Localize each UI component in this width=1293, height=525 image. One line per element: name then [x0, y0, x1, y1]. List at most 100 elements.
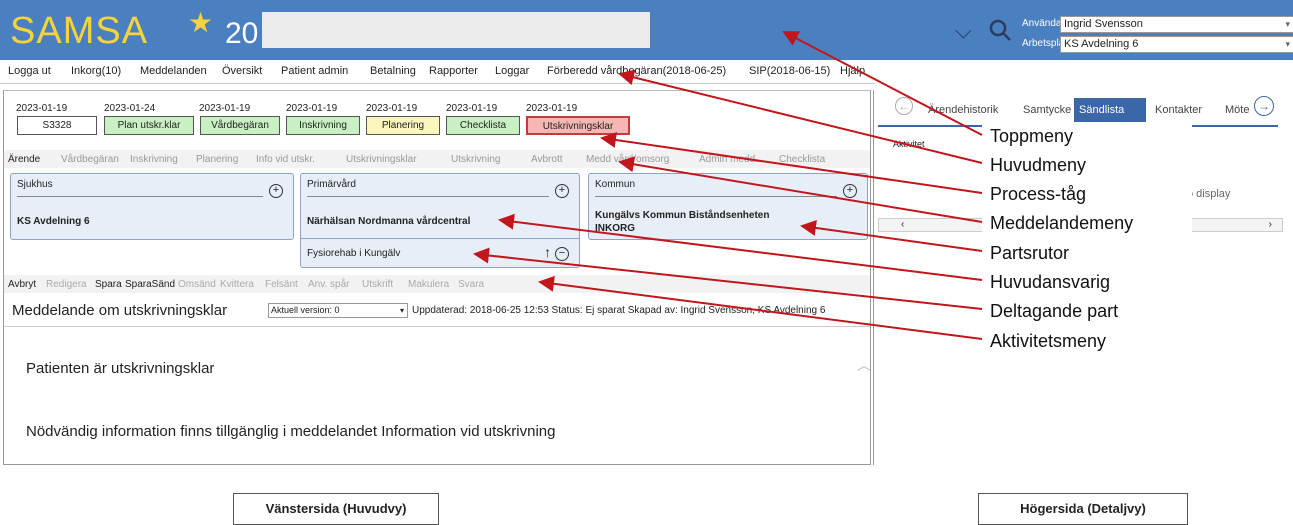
msgmenu-inskrivning[interactable]: Inskrivning: [130, 154, 178, 165]
process-step-plan-utskr-klar[interactable]: Plan utskr.klar: [104, 116, 194, 135]
msgmenu-admin-medd[interactable]: Admin medd.: [699, 154, 758, 165]
empty-grid-text: o display: [1187, 188, 1231, 200]
add-party-icon[interactable]: +: [843, 184, 857, 198]
remove-party-icon[interactable]: −: [555, 247, 569, 261]
menu-loggar[interactable]: Loggar: [495, 65, 529, 77]
msgmenu-checklista[interactable]: Checklista: [779, 154, 825, 165]
process-step-planering[interactable]: Planering: [366, 116, 440, 135]
tab-mote[interactable]: Möte: [1225, 104, 1249, 116]
user-select[interactable]: Ingrid Svensson ▾: [1060, 16, 1293, 33]
menu-betalning[interactable]: Betalning: [370, 65, 416, 77]
callout-huvudmeny: Huvudmeny: [990, 155, 1087, 175]
action-omsand[interactable]: Omsänd: [178, 279, 216, 290]
scroll-left-icon[interactable]: ‹: [901, 219, 904, 230]
divider: [595, 196, 837, 197]
menu-patient-admin[interactable]: Patient admin: [281, 65, 348, 77]
action-makulera[interactable]: Makulera: [408, 279, 449, 290]
tab-sandlista[interactable]: Sändlista: [1079, 104, 1124, 116]
menu-forberedd-vardbegaran[interactable]: Förberedd vårdbegäran(2018-06-25): [547, 65, 726, 77]
process-date: 2023-01-24: [104, 103, 156, 114]
msgmenu-info-vid-utskr[interactable]: Info vid utskr.: [256, 154, 315, 165]
process-date: 2023-01-19: [366, 103, 418, 114]
patient-name-redacted: [262, 12, 650, 48]
divider: [307, 196, 549, 197]
message-title: Meddelande om utskrivningsklar: [12, 302, 228, 319]
tab-samtycke[interactable]: Samtycke: [1023, 104, 1071, 116]
process-date: 2023-01-19: [199, 103, 251, 114]
msgmenu-arende[interactable]: Ärende: [8, 154, 40, 165]
scroll-right-icon[interactable]: ›: [1269, 219, 1272, 230]
action-felsant[interactable]: Felsänt: [265, 279, 298, 290]
menu-oversikt[interactable]: Översikt: [222, 65, 262, 77]
participating-party[interactable]: Fysiorehab i Kungälv: [307, 248, 400, 259]
menu-sip[interactable]: SIP(2018-06-15): [749, 65, 830, 77]
menu-logga-ut[interactable]: Logga ut: [8, 65, 51, 77]
caption-right-view: Högersida (Detaljvy): [978, 493, 1188, 525]
msgmenu-utskrivning[interactable]: Utskrivning: [451, 154, 500, 165]
process-date: 2023-01-19: [286, 103, 338, 114]
party-box-primarvard: Primärvård + Närhälsan Nordmanna vårdcen…: [300, 173, 580, 268]
action-redigera[interactable]: Redigera: [46, 279, 87, 290]
msgmenu-vardbegaran[interactable]: Vårdbegäran: [61, 154, 119, 165]
party-name[interactable]: KS Avdelning 6: [17, 216, 90, 227]
party-box-kommun: Kommun + Kungälvs Kommun Biståndsenheten…: [588, 173, 868, 240]
tab-arendehistorik[interactable]: Ärendehistorik: [928, 104, 998, 116]
party-title: Primärvård: [307, 179, 356, 190]
patient-id-prefix: 20: [225, 17, 259, 50]
callout-toppmeny: Toppmeny: [990, 126, 1074, 146]
action-svara[interactable]: Svara: [458, 279, 484, 290]
section-aktivitet: Aktivitet: [893, 139, 925, 149]
process-date: 2023-01-19: [446, 103, 498, 114]
tab-scroll-left-icon[interactable]: ←: [895, 97, 913, 115]
process-date: 2023-01-19: [526, 103, 578, 114]
party-box-sjukhus: Sjukhus + KS Avdelning 6: [10, 173, 294, 240]
main-responsible-party[interactable]: Närhälsan Nordmanna vårdcentral: [307, 216, 470, 227]
party-title: Sjukhus: [17, 179, 53, 190]
process-step-checklista[interactable]: Checklista: [446, 116, 520, 135]
callout-aktivitetsmeny: Aktivitetsmeny: [990, 331, 1107, 351]
action-anv-spar[interactable]: Anv. spår: [308, 279, 350, 290]
action-spara[interactable]: Spara: [95, 279, 122, 290]
workplace-value: KS Avdelning 6: [1064, 38, 1139, 50]
user-value: Ingrid Svensson: [1064, 18, 1143, 30]
message-line-1: Patienten är utskrivningsklar: [26, 360, 215, 377]
scroll-up-icon[interactable]: ︿: [857, 355, 871, 375]
tab-scroll-right-icon[interactable]: →: [1254, 96, 1274, 116]
search-icon[interactable]: [988, 18, 1012, 42]
workplace-select[interactable]: KS Avdelning 6 ▾: [1060, 36, 1293, 53]
msgmenu-medd-vard-omsorg[interactable]: Medd vård/omsorg: [586, 154, 669, 165]
menu-rapporter[interactable]: Rapporter: [429, 65, 478, 77]
dropdown-arrow-icon: ▾: [1285, 39, 1290, 49]
menu-inkorg[interactable]: Inkorg(10): [71, 65, 121, 77]
tab-kontakter[interactable]: Kontakter: [1155, 104, 1202, 116]
message-info: Uppdaterad: 2018-06-25 12:53 Status: Ej …: [412, 305, 826, 316]
msgmenu-avbrott[interactable]: Avbrott: [531, 154, 563, 165]
action-kvittera[interactable]: Kvittera: [220, 279, 254, 290]
action-sparasand[interactable]: SparaSänd: [125, 279, 175, 290]
divider: [17, 196, 263, 197]
add-party-icon[interactable]: +: [269, 184, 283, 198]
add-party-icon[interactable]: +: [555, 184, 569, 198]
menu-meddelanden[interactable]: Meddelanden: [140, 65, 207, 77]
star-icon[interactable]: ★: [188, 6, 213, 39]
dropdown-arrow-icon: ▾: [399, 306, 404, 315]
action-utskrift[interactable]: Utskrift: [362, 279, 393, 290]
msgmenu-utskrivningsklar[interactable]: Utskrivningsklar: [346, 154, 417, 165]
callout-process-tag: Process-tåg: [990, 184, 1087, 204]
chevron-down-icon[interactable]: ⌵: [955, 18, 972, 44]
process-case-id[interactable]: S3328: [17, 116, 97, 135]
process-step-utskrivningsklar[interactable]: Utskrivningsklar: [526, 116, 630, 135]
party-title: Kommun: [595, 179, 636, 190]
process-step-inskrivning[interactable]: Inskrivning: [286, 116, 360, 135]
party-name[interactable]: Kungälvs Kommun Biståndsenheten: [595, 210, 769, 221]
caption-left-view: Vänstersida (Huvudvy): [233, 493, 439, 525]
process-date: 2023-01-19: [16, 103, 68, 114]
version-value: Aktuell version: 0: [271, 305, 340, 315]
process-step-vardbegaran[interactable]: Vårdbegäran: [200, 116, 280, 135]
arrow-up-icon[interactable]: ↑: [544, 244, 551, 260]
version-select[interactable]: Aktuell version: 0 ▾: [268, 303, 408, 318]
menu-hjalp[interactable]: Hjälp: [840, 65, 865, 77]
msgmenu-planering[interactable]: Planering: [196, 154, 238, 165]
party-name-line2: INKORG: [595, 223, 635, 234]
action-avbryt[interactable]: Avbryt: [8, 279, 36, 290]
